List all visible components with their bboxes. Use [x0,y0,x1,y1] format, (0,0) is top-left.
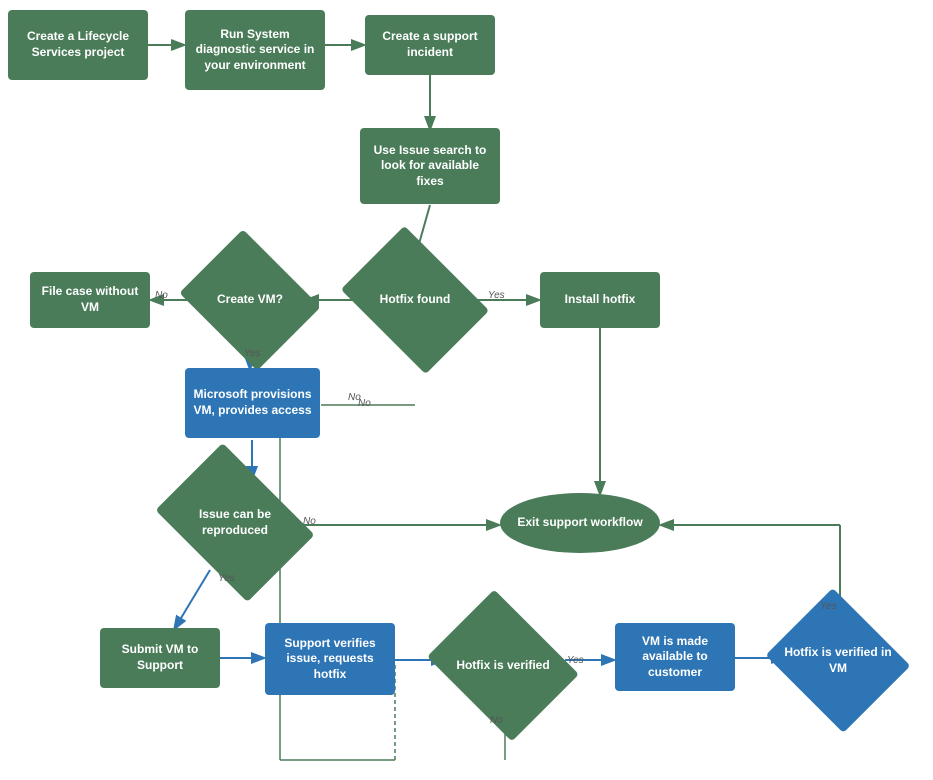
issue-no-label: No [303,516,316,527]
create-vm-no-label: No [155,290,168,301]
submit-vm-label: Submit VM to Support [106,642,214,673]
hotfix-yes-label: Yes [488,290,505,301]
vm-available-label: VM is made available to customer [621,634,729,681]
file-case-label: File case without VM [36,284,144,315]
create-vm-yes-label: Yes [244,348,261,359]
hotfix-verified-vm-node: Hotfix is verified in VM [783,613,893,708]
issue-reproduced-label: Issue can be reproduced [170,507,300,538]
run-system-node: Run System diagnostic service in your en… [185,10,325,90]
issue-yes-label: Yes [218,573,235,584]
run-system-label: Run System diagnostic service in your en… [191,27,319,74]
create-vm-label: Create VM? [217,292,283,308]
hotfix-found-label: Hotfix found [380,292,451,308]
hotfix-verified-vm-label: Hotfix is verified in VM [783,645,893,676]
create-vm-node: Create VM? [195,255,305,345]
hotfix-verified-node: Hotfix is verified [443,618,563,713]
submit-vm-node: Submit VM to Support [100,628,220,688]
vm-available-node: VM is made available to customer [615,623,735,691]
install-hotfix-label: Install hotfix [565,292,636,308]
file-case-node: File case without VM [30,272,150,328]
hv-vm-yes-label: Yes [820,601,837,612]
create-lcs-label: Create a Lifecycle Services project [14,29,142,60]
issue-reproduced-node: Issue can be reproduced [170,475,300,570]
use-issue-node: Use Issue search to look for available f… [360,128,500,204]
hv-yes-label: Yes [567,655,584,666]
create-support-label: Create a support incident [371,29,489,60]
support-verifies-label: Support verifies issue, requests hotfix [271,636,389,683]
hv-no-label: No [490,715,503,726]
hotfix-verified-label: Hotfix is verified [456,658,549,674]
hotfix-found-node: Hotfix found [355,255,475,345]
flowchart-diagram: No Create a Lifecycle Services project R… [0,0,933,780]
create-lcs-node: Create a Lifecycle Services project [8,10,148,80]
hf-no2-label: No [358,398,371,409]
support-verifies-node: Support verifies issue, requests hotfix [265,623,395,695]
use-issue-label: Use Issue search to look for available f… [366,143,494,190]
create-support-node: Create a support incident [365,15,495,75]
install-hotfix-node: Install hotfix [540,272,660,328]
ms-provisions-node: Microsoft provisions VM, provides access [185,368,320,438]
exit-support-node: Exit support workflow [500,493,660,553]
exit-support-label: Exit support workflow [517,515,642,531]
ms-provisions-label: Microsoft provisions VM, provides access [191,387,314,418]
